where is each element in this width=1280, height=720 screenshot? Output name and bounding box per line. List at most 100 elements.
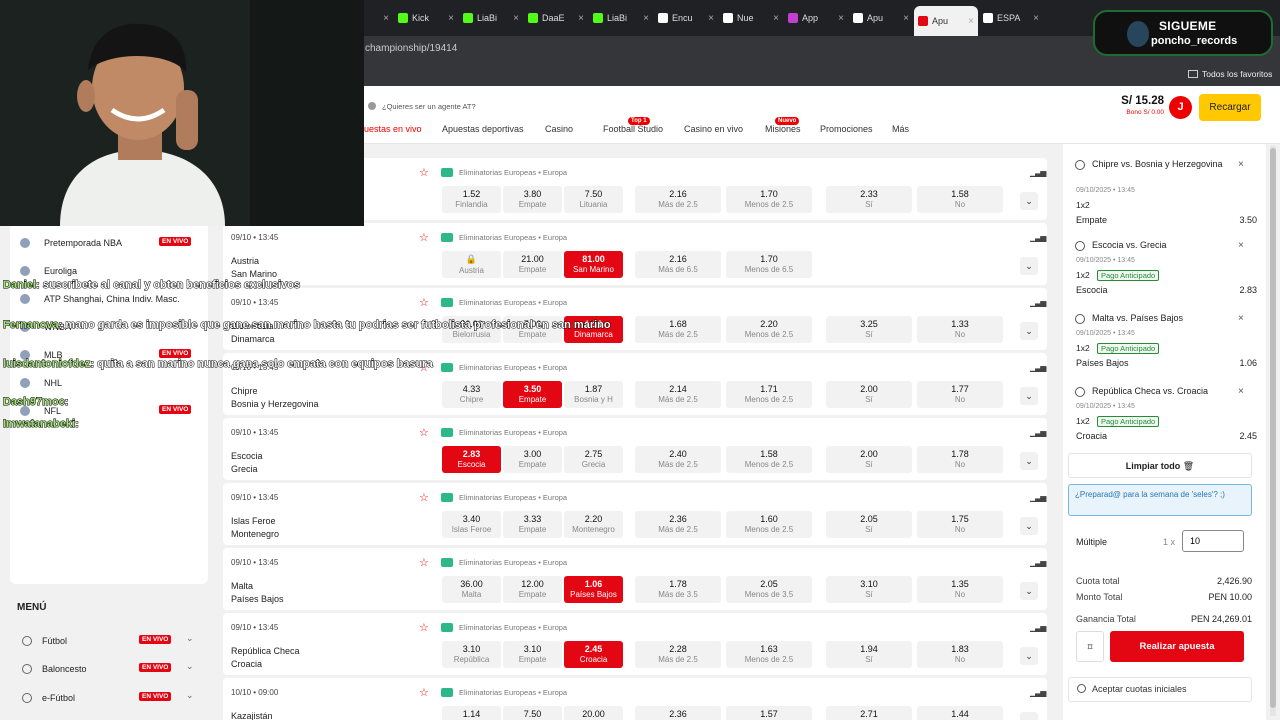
- odds-button[interactable]: 2.75 Grecia: [564, 446, 623, 473]
- odds-button[interactable]: 3.25 Sí: [826, 316, 912, 343]
- chevron-down-icon[interactable]: ⌄: [1020, 647, 1038, 665]
- favorite-star-icon[interactable]: ☆: [419, 621, 429, 634]
- odds-button[interactable]: 1.52 Finlandia: [442, 186, 501, 213]
- favorite-star-icon[interactable]: ☆: [419, 556, 429, 569]
- odds-button[interactable]: 1.87 Bosnia y H: [564, 381, 623, 408]
- odds-button[interactable]: 2.20 Menos de 2.5: [726, 316, 812, 343]
- scrollbar-thumb[interactable]: [1270, 148, 1276, 708]
- chevron-down-icon[interactable]: ⌄: [1020, 517, 1038, 535]
- odds-button[interactable]: 1.57: [726, 706, 812, 720]
- favorite-star-icon[interactable]: ☆: [419, 166, 429, 179]
- agent-prompt[interactable]: ¿Quieres ser un agente AT?: [368, 102, 476, 111]
- odds-button[interactable]: 1.58 No: [917, 186, 1003, 213]
- odds-button[interactable]: 2.71: [826, 706, 912, 720]
- odds-button[interactable]: 3.33 Empate: [503, 511, 562, 538]
- sidebar-league-item[interactable]: NHL: [20, 370, 200, 396]
- accept-odds-option[interactable]: Aceptar cuotas iniciales: [1068, 677, 1252, 702]
- browser-tab[interactable]: App ×: [784, 4, 848, 32]
- odds-button[interactable]: 1.58 Menos de 2.5: [726, 446, 812, 473]
- browser-tab[interactable]: Kick ×: [394, 4, 458, 32]
- chevron-down-icon[interactable]: ⌄: [1020, 322, 1038, 340]
- sidebar-league-item[interactable]: Pretemporada NBA EN VIVO: [20, 230, 200, 256]
- odds-button[interactable]: 3.10 Empate: [503, 641, 562, 668]
- page-scrollbar[interactable]: [1270, 146, 1276, 716]
- close-icon[interactable]: ×: [1238, 240, 1244, 251]
- chevron-down-icon[interactable]: ⌄: [1020, 712, 1038, 720]
- odds-button[interactable]: 7.50: [503, 706, 562, 720]
- bookmarks-folder[interactable]: Todos los favoritos: [1188, 69, 1272, 79]
- odds-button[interactable]: 1.71 Menos de 2.5: [726, 381, 812, 408]
- odds-button[interactable]: 3.50 Empate: [503, 381, 562, 408]
- odds-button[interactable]: 2.00 Sí: [826, 446, 912, 473]
- browser-tab[interactable]: DaaE ×: [524, 4, 588, 32]
- odds-button[interactable]: 1.70 Menos de 6.5: [726, 251, 812, 278]
- odds-button[interactable]: 2.14 Más de 2.5: [635, 381, 721, 408]
- favorite-star-icon[interactable]: ☆: [419, 296, 429, 309]
- odds-button[interactable]: 3.10 República: [442, 641, 501, 668]
- odds-button[interactable]: 1.83 No: [917, 641, 1003, 668]
- odds-button[interactable]: 1.14: [442, 706, 501, 720]
- odds-button[interactable]: 2.40 Más de 2.5: [635, 446, 721, 473]
- odds-button[interactable]: 1.77 No: [917, 381, 1003, 408]
- favorite-star-icon[interactable]: ☆: [419, 491, 429, 504]
- odds-button[interactable]: 2.20 Montenegro: [564, 511, 623, 538]
- odds-button[interactable]: 3.00 Empate: [503, 446, 562, 473]
- odds-button[interactable]: 1.78 No: [917, 446, 1003, 473]
- odds-button[interactable]: 2.05 Menos de 3.5: [726, 576, 812, 603]
- close-icon[interactable]: ×: [1238, 159, 1244, 170]
- odds-button[interactable]: 81.00 San Marino: [564, 251, 623, 278]
- odds-button[interactable]: 20.00: [564, 706, 623, 720]
- odds-button[interactable]: 1.44: [917, 706, 1003, 720]
- close-icon[interactable]: ×: [643, 13, 649, 24]
- chevron-down-icon[interactable]: ⌄: [1020, 582, 1038, 600]
- close-icon[interactable]: ×: [448, 13, 454, 24]
- odds-button[interactable]: 1.78 Más de 3.5: [635, 576, 721, 603]
- chevron-down-icon[interactable]: ⌄: [1020, 452, 1038, 470]
- odds-button[interactable]: 🔒 Austria: [442, 251, 501, 278]
- odds-button[interactable]: 2.05 Sí: [826, 511, 912, 538]
- menu-item-sport[interactable]: e-Fútbol EN VIVO ⌄: [22, 688, 200, 708]
- favorite-star-icon[interactable]: ☆: [419, 231, 429, 244]
- chevron-down-icon[interactable]: ⌄: [1020, 387, 1038, 405]
- browser-tab[interactable]: LiaBi ×: [589, 4, 653, 32]
- odds-button[interactable]: 1.94 Sí: [826, 641, 912, 668]
- odds-button[interactable]: 2.36 Más de 2.5: [635, 511, 721, 538]
- odds-button[interactable]: 36.00 Malta: [442, 576, 501, 603]
- recharge-button[interactable]: Recargar: [1199, 94, 1261, 121]
- odds-button[interactable]: 3.10 Sí: [826, 576, 912, 603]
- odds-button[interactable]: 12.00 Empate: [503, 576, 562, 603]
- close-icon[interactable]: ×: [1033, 13, 1039, 24]
- menu-item-sport[interactable]: Fútbol EN VIVO ⌄: [22, 631, 200, 651]
- odds-button[interactable]: 2.36: [635, 706, 721, 720]
- favorite-star-icon[interactable]: ☆: [419, 686, 429, 699]
- clear-all-button[interactable]: Limpiar todo 🗑: [1068, 453, 1252, 478]
- close-icon[interactable]: ×: [578, 13, 584, 24]
- odds-button[interactable]: 1.70 Menos de 2.5: [726, 186, 812, 213]
- close-icon[interactable]: ×: [1238, 313, 1244, 324]
- odds-button[interactable]: 2.16 Más de 2.5: [635, 186, 721, 213]
- favorite-star-icon[interactable]: ☆: [419, 426, 429, 439]
- odds-button[interactable]: 21.00 Empate: [503, 251, 562, 278]
- odds-button[interactable]: 2.83 Escocia: [442, 446, 501, 473]
- odds-button[interactable]: 1.60 Menos de 2.5: [726, 511, 812, 538]
- close-icon[interactable]: ×: [773, 13, 779, 24]
- avatar[interactable]: J: [1169, 96, 1192, 119]
- browser-tab[interactable]: Apu ×: [914, 6, 978, 36]
- odds-button[interactable]: 2.33 Sí: [826, 186, 912, 213]
- browser-tab[interactable]: Encu ×: [654, 4, 718, 32]
- browser-tab[interactable]: Nue ×: [719, 4, 783, 32]
- place-bet-button[interactable]: Realizar apuesta: [1110, 631, 1244, 662]
- promo-banner[interactable]: ¿Preparad@ para la semana de 'seles'? ;): [1068, 484, 1252, 516]
- stake-input[interactable]: [1182, 530, 1244, 552]
- close-icon[interactable]: ×: [513, 13, 519, 24]
- menu-item-sport[interactable]: Baloncesto EN VIVO ⌄: [22, 659, 200, 679]
- odds-button[interactable]: 4.33 Chipre: [442, 381, 501, 408]
- browser-tab[interactable]: Apu ×: [849, 4, 913, 32]
- odds-button[interactable]: 2.28 Más de 2.5: [635, 641, 721, 668]
- odds-button[interactable]: 1.35 No: [917, 576, 1003, 603]
- close-icon[interactable]: ×: [708, 13, 714, 24]
- odds-button[interactable]: 1.63 Menos de 2.5: [726, 641, 812, 668]
- odds-button[interactable]: 2.45 Croacia: [564, 641, 623, 668]
- browser-tab[interactable]: LiaBi ×: [459, 4, 523, 32]
- close-icon[interactable]: ×: [383, 13, 389, 24]
